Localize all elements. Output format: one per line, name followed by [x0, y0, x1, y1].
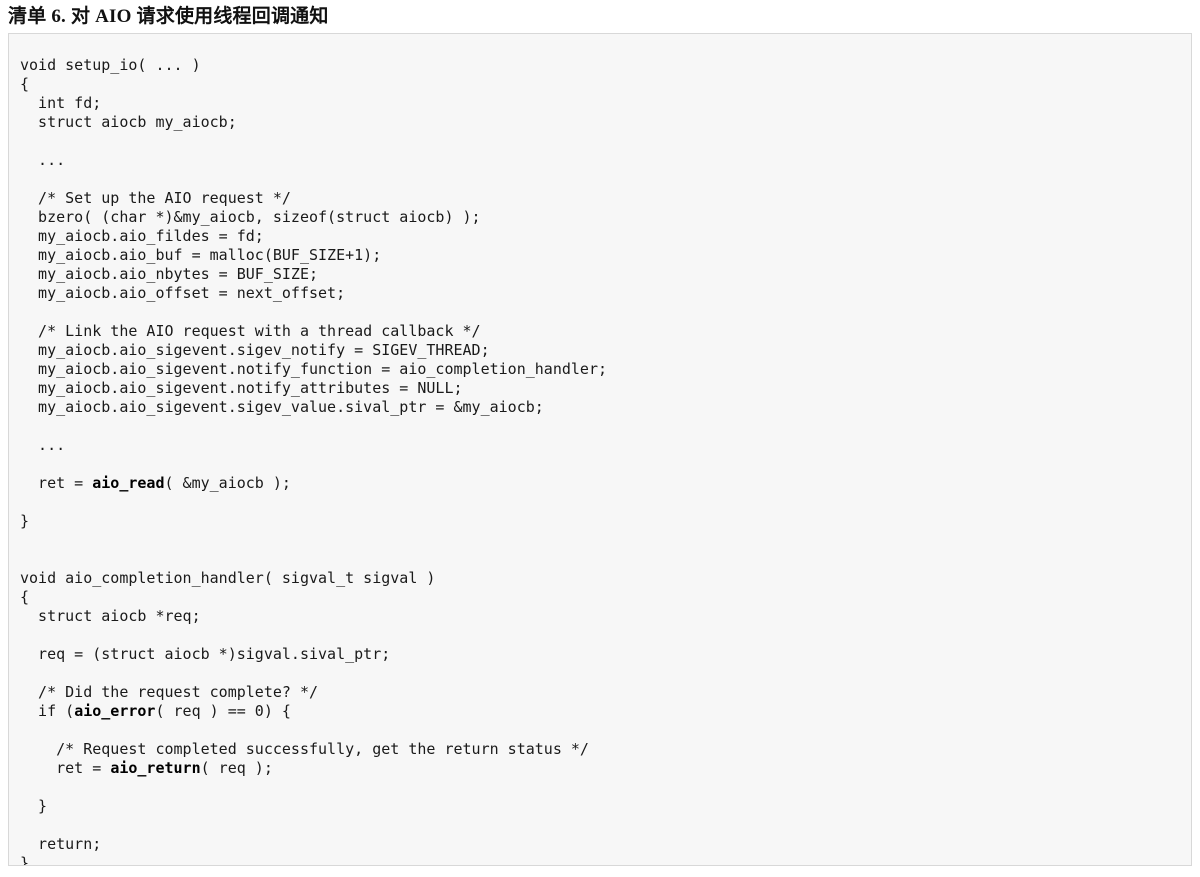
code-line: { [20, 588, 30, 606]
code-line: my_aiocb.aio_sigevent.notify_function = … [38, 360, 607, 378]
code-line: my_aiocb.aio_fildes = fd; [38, 227, 264, 245]
code-line: /* Request completed successfully, get t… [56, 740, 589, 758]
code-line: my_aiocb.aio_sigevent.sigev_notify = SIG… [38, 341, 490, 359]
code-line: } [20, 854, 30, 866]
code-line: if (aio_error( req ) == 0) { [20, 702, 291, 720]
code-line: req = (struct aiocb *)sigval.sival_ptr; [38, 645, 391, 663]
code-line: ... [38, 436, 66, 454]
code-line: { [20, 75, 30, 93]
code-line: int fd; [38, 94, 102, 112]
code-line: void aio_completion_handler( sigval_t si… [20, 569, 436, 587]
code-line: return; [38, 835, 102, 853]
code-line: } [20, 512, 30, 530]
code-line: struct aiocb *req; [38, 607, 201, 625]
code-line: bzero( (char *)&my_aiocb, sizeof(struct … [38, 208, 481, 226]
code-line: ... [38, 151, 66, 169]
code-line: /* Did the request complete? */ [38, 683, 319, 701]
code-line: void setup_io( ... ) [20, 56, 201, 74]
code-line: ret = aio_return( req ); [20, 759, 273, 777]
code-line: struct aiocb my_aiocb; [38, 113, 237, 131]
code-listing-container: 清单 6. 对 AIO 请求使用线程回调通知 void setup_io( ..… [0, 0, 1200, 866]
code-line: ret = aio_read( &my_aiocb ); [20, 474, 291, 492]
code-line: /* Set up the AIO request */ [38, 189, 291, 207]
code-line: /* Link the AIO request with a thread ca… [38, 322, 481, 340]
code-line: my_aiocb.aio_nbytes = BUF_SIZE; [38, 265, 319, 283]
code-line: my_aiocb.aio_offset = next_offset; [38, 284, 346, 302]
code-block: void setup_io( ... ) { int fd; struct ai… [8, 33, 1192, 866]
code-line: my_aiocb.aio_sigevent.sigev_value.sival_… [38, 398, 544, 416]
code-content: void setup_io( ... ) { int fd; struct ai… [9, 56, 1191, 866]
listing-title: 清单 6. 对 AIO 请求使用线程回调通知 [8, 6, 329, 27]
code-line: my_aiocb.aio_buf = malloc(BUF_SIZE+1); [38, 246, 382, 264]
code-line: my_aiocb.aio_sigevent.notify_attributes … [38, 379, 463, 397]
code-line: } [38, 797, 48, 815]
